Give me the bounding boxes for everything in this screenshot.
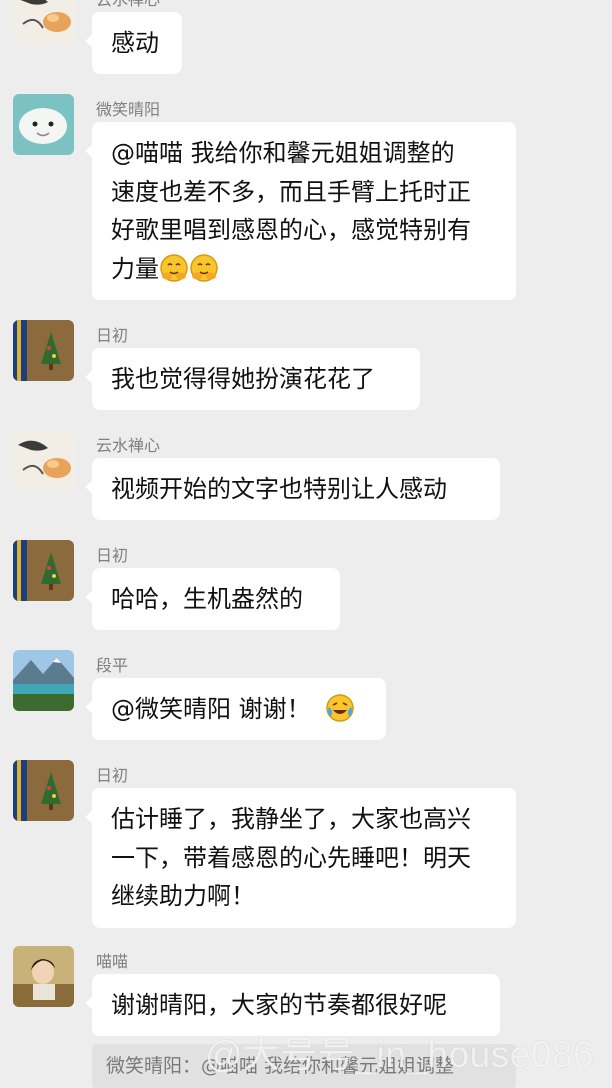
message-bubble[interactable]: 哈哈，生机盎然的 xyxy=(85,568,340,630)
ink-painting-avatar-image xyxy=(13,0,74,45)
crying-laughing-emoji xyxy=(325,694,354,722)
message-bubble[interactable]: @微笑晴阳 谢谢！ xyxy=(85,678,386,740)
christmas-tree-bag-avatar[interactable] xyxy=(13,320,74,381)
message-text: 视频开始的文字也特别让人感动 xyxy=(111,475,447,503)
message-bubble[interactable]: 感动 xyxy=(85,12,182,74)
ink-painting-avatar[interactable] xyxy=(13,430,74,491)
message-text: 我也觉得得她扮演花花了 xyxy=(111,365,375,393)
message-text: 哈哈，生机盎然的 xyxy=(111,585,303,613)
beluga-whale-avatar-image xyxy=(13,94,74,155)
message-text: 谢谢晴阳，大家的节奏都很好呢 xyxy=(111,991,447,1019)
ink-painting-avatar-image xyxy=(13,430,74,491)
message-text: @微笑晴阳 谢谢！ xyxy=(111,695,311,723)
sender-name: 云水禅心 xyxy=(96,0,160,10)
message-bubble[interactable]: @喵喵 我给你和馨元姐姐调整的 速度也差不多，而且手臂上托时正 好歌里唱到感恩的… xyxy=(85,122,516,300)
ink-painting-avatar[interactable] xyxy=(13,0,74,45)
christmas-tree-bag-avatar-image xyxy=(13,760,74,821)
sender-name: 日初 xyxy=(96,326,129,345)
message-line: 一下，带着感恩的心先睡吧！明天 xyxy=(111,843,471,872)
sender-name: 喵喵 xyxy=(96,952,129,971)
message-line: @喵喵 我给你和馨元姐姐调整的 xyxy=(111,139,455,167)
message-bubble[interactable]: 估计睡了，我静坐了，大家也高兴 一下，带着感恩的心先睡吧！明天 继续助力啊！ xyxy=(85,788,516,928)
message-line: 继续助力啊！ xyxy=(111,882,255,910)
sender-name: 微笑晴阳 xyxy=(96,100,161,119)
sender-name: 日初 xyxy=(96,766,129,785)
mountain-lake-avatar-image xyxy=(13,650,74,711)
message-text: 感动 xyxy=(111,29,159,57)
christmas-tree-bag-avatar[interactable] xyxy=(13,540,74,601)
christmas-tree-bag-avatar-image xyxy=(13,320,74,381)
message-line: 好歌里唱到感恩的心，感觉特别有 xyxy=(111,216,471,244)
message-bubble[interactable]: 视频开始的文字也特别让人感动 xyxy=(85,458,500,520)
sender-name: 日初 xyxy=(96,546,129,565)
sender-name: 云水禅心 xyxy=(96,436,161,455)
message-line: 估计睡了，我静坐了，大家也高兴 xyxy=(111,805,471,833)
beluga-whale-avatar[interactable] xyxy=(13,94,74,155)
christmas-tree-bag-avatar[interactable] xyxy=(13,760,74,821)
hugging-face-emoji xyxy=(190,253,218,282)
christmas-tree-bag-avatar-image xyxy=(13,540,74,601)
girl-portrait-avatar-image xyxy=(13,946,74,1007)
watermark: @大号号_in_house086 xyxy=(205,1034,595,1075)
mountain-lake-avatar[interactable] xyxy=(13,650,74,711)
girl-portrait-avatar[interactable] xyxy=(13,946,74,1007)
message-line-with-emoji: 力量 xyxy=(111,250,497,289)
message-bubble[interactable]: 我也觉得得她扮演花花了 xyxy=(85,348,420,410)
sender-name: 段平 xyxy=(96,656,129,675)
message-line: 速度也差不多，而且手臂上托时正 xyxy=(111,177,471,206)
hugging-face-emoji xyxy=(160,253,188,282)
message-line: 力量 xyxy=(111,254,159,283)
